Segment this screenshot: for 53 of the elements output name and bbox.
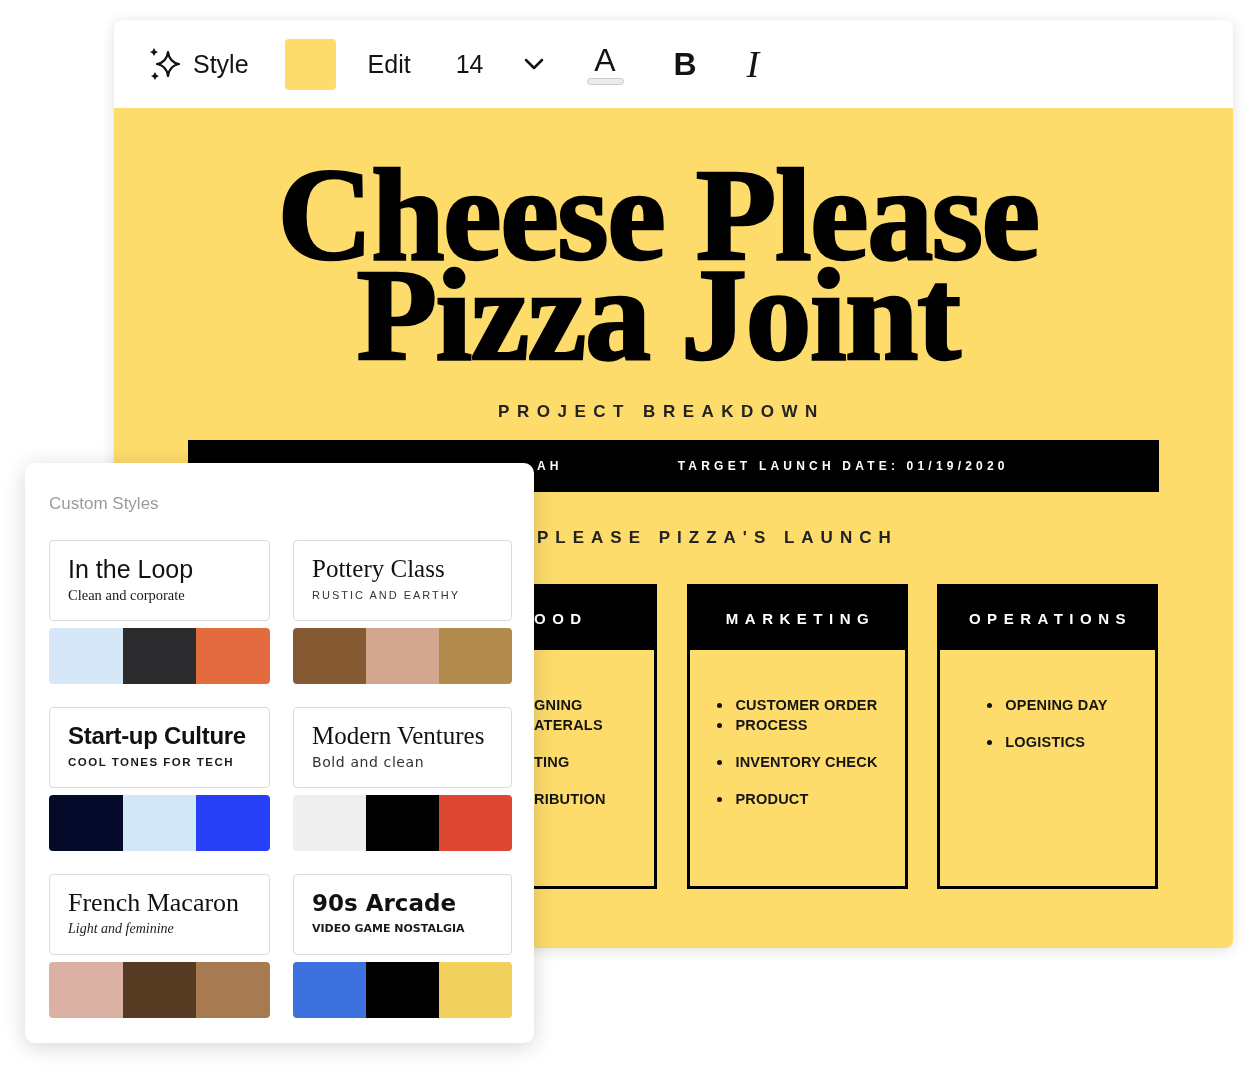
bullet-icon: [987, 739, 993, 745]
bullet-icon: [717, 796, 723, 802]
style-name: Start-up Culture: [68, 721, 246, 751]
bold-button[interactable]: B: [673, 45, 697, 83]
poster-subtitle: PROJECT BREAKDOWN: [498, 402, 825, 422]
style-name: 90s Arcade: [312, 889, 457, 918]
poster-title: Cheese Please Pizza Joint: [277, 165, 1039, 365]
list-item: PROCESS: [735, 717, 808, 733]
style-tagline: COOL TONES FOR TECH: [68, 755, 235, 770]
bullet-icon: [717, 702, 723, 708]
list-item: INVENTORY CHECK: [735, 754, 878, 770]
bullet-icon: [987, 702, 993, 708]
bullet-icon: [717, 722, 723, 728]
style-name: French Macaron: [68, 888, 240, 918]
list-item: TING: [534, 754, 570, 770]
edit-button[interactable]: Edit: [367, 49, 411, 79]
style-tagline: Bold and clean: [312, 753, 425, 771]
fill-color-button[interactable]: [284, 38, 336, 90]
chevron-down-icon: [523, 58, 544, 70]
list-item: OPENING DAY: [1005, 697, 1108, 713]
card-header: MARKETING: [690, 587, 905, 650]
style-tagline: Clean and corporate: [68, 586, 185, 604]
italic-button[interactable]: I: [746, 42, 760, 86]
style-card[interactable]: In the Loop Clean and corporate: [49, 540, 270, 621]
text-color-button[interactable]: A: [586, 43, 624, 85]
info-text: AH: [537, 459, 563, 473]
list-item: LOGISTICS: [1005, 734, 1086, 750]
style-card[interactable]: Pottery Class RUSTIC AND EARTHY: [293, 540, 512, 621]
color-bar-icon: [586, 77, 624, 85]
style-tagline: VIDEO GAME NOSTALGIA: [312, 921, 465, 937]
card-header: OPERATIONS: [940, 587, 1155, 650]
style-card[interactable]: French Macaron Light and feminine: [49, 874, 270, 955]
list-item: CUSTOMER ORDER: [735, 697, 878, 713]
style-card[interactable]: Start-up Culture COOL TONES FOR TECH: [49, 707, 270, 788]
style-name: Pottery Class: [312, 554, 445, 584]
sparkle-icon: [148, 47, 180, 81]
style-name: Modern Ventures: [312, 721, 485, 751]
style-name: In the Loop: [68, 554, 194, 584]
style-tagline: Light and feminine: [68, 920, 174, 938]
card-header: OOD: [534, 587, 654, 650]
list-item: RIBUTION: [534, 791, 606, 807]
list-item: GNING: [534, 697, 583, 713]
style-button[interactable]: Style: [148, 47, 249, 81]
font-size-dropdown[interactable]: 14: [455, 49, 544, 79]
style-card[interactable]: Modern Ventures Bold and clean: [293, 707, 512, 788]
list-item: ATERALS: [534, 717, 603, 733]
info-text: TARGET LAUNCH DATE: 01/19/2020: [677, 459, 1009, 473]
style-card[interactable]: 90s Arcade VIDEO GAME NOSTALGIA: [293, 874, 512, 955]
bullet-icon: [717, 759, 723, 765]
panel-title: Custom Styles: [49, 493, 159, 515]
section-heading: PLEASE PIZZA'S LAUNCH: [537, 528, 898, 547]
style-tagline: RUSTIC AND EARTHY: [312, 588, 461, 603]
list-item: PRODUCT: [735, 791, 809, 807]
